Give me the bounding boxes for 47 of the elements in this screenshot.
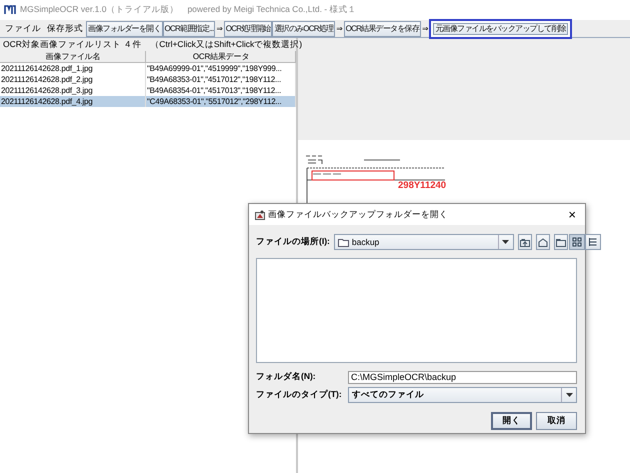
toolbar-button[interactable]: 選択のみOCR処理 — [272, 20, 336, 36]
app-logo-icon — [4, 5, 16, 15]
table-cell: "B49A69999-01","4519999","198Y999... — [146, 63, 296, 74]
dialog-app-icon — [255, 210, 265, 220]
details-view-button[interactable] — [584, 234, 601, 250]
menu-item[interactable]: 保存形式 — [44, 22, 86, 34]
toolbar-button[interactable]: OCR範囲指定... — [162, 20, 216, 36]
up-folder-button[interactable] — [518, 234, 532, 250]
home-icon — [536, 236, 549, 248]
table-cell: "C49A68353-01","5517012","298Y112... — [146, 96, 296, 107]
new-folder-button[interactable] — [554, 234, 568, 250]
home-button[interactable] — [536, 234, 550, 250]
close-button[interactable]: × — [565, 207, 579, 222]
file-type-dropdown[interactable]: すべてのファイル — [348, 387, 577, 403]
toolbar-button[interactable]: OCR結果データを保存 — [344, 20, 422, 36]
dialog-title: 画像ファイルバックアップフォルダーを開く — [268, 208, 449, 220]
column-header[interactable]: OCR結果データ — [146, 51, 296, 63]
table-cell: 20211126142628.pdf_2.jpg — [0, 74, 146, 85]
table-row[interactable]: 20211126142628.pdf_1.jpg "B49A69999-01","4519999","198Y999... — [0, 63, 296, 74]
list-caption: OCR対象画像ファイルリスト ４件 （Ctrl+Click又はShift+Clickで複数選択) — [3, 38, 302, 51]
list-view-button[interactable] — [568, 234, 585, 250]
table-row[interactable]: 20211126142628.pdf_4.jpg "C49A68353-01","5517012","298Y112... — [0, 96, 296, 107]
toolbar-button[interactable]: OCR処理開始 — [224, 20, 272, 36]
caret-icon — [566, 393, 572, 397]
open-button[interactable]: 開く — [491, 412, 532, 430]
caret-icon — [502, 240, 510, 244]
field-label: ファイルの場所(I): — [256, 236, 330, 248]
column-header[interactable]: 画像ファイル名 — [0, 51, 146, 63]
up-folder-icon — [518, 236, 531, 248]
details-view-icon — [586, 236, 599, 248]
table-row[interactable]: 20211126142628.pdf_2.jpg "B49A68353-01","4517012","198Y112... — [0, 74, 296, 85]
toolbar-button[interactable]: 画像フォルダーを開く — [86, 20, 162, 36]
table-cell: 20211126142628.pdf_4.jpg — [0, 96, 146, 107]
folder-name-field[interactable]: C:\MGSimpleOCR\backup — [348, 370, 577, 384]
location-dropdown[interactable]: backup — [334, 234, 514, 250]
toolbar-button[interactable]: 元画像ファイルをバックアップして削除 — [429, 18, 572, 38]
field-label: フォルダ名(N): — [256, 371, 317, 383]
window-title: MGSimpleOCR ver.1.0（トライアル版） powered by Meigi Technica Co.,Ltd. - 様式１ — [20, 4, 356, 16]
folder-icon — [338, 238, 349, 246]
table-cell: "B49A68353-01","4517012","198Y112... — [146, 74, 296, 85]
ocr-result-label: 298Y11240 — [398, 180, 446, 191]
new-folder-icon — [554, 236, 567, 248]
table-cell: 20211126142628.pdf_1.jpg — [0, 63, 146, 74]
list-view-icon — [570, 236, 583, 248]
field-label: ファイルのタイプ(T): — [256, 389, 343, 401]
cancel-button[interactable]: 取消 — [536, 412, 577, 430]
menu-item[interactable]: ファイル — [2, 22, 44, 34]
